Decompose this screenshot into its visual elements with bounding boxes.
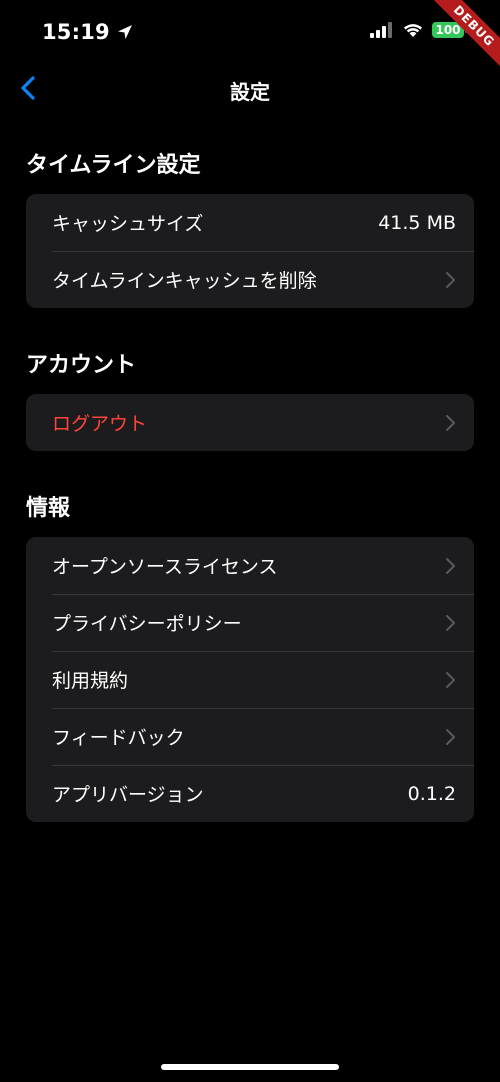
- open-source-licenses-label: オープンソースライセンス: [52, 556, 278, 578]
- clock-text: 15:19: [42, 20, 110, 44]
- chevron-right-icon: [446, 614, 455, 631]
- home-indicator[interactable]: [161, 1064, 339, 1070]
- clear-timeline-cache-label: タイムラインキャッシュを削除: [52, 270, 317, 292]
- status-time: 15:19: [42, 20, 134, 44]
- clear-timeline-cache-row[interactable]: タイムラインキャッシュを削除: [26, 251, 474, 308]
- navigation-bar: 設定: [0, 66, 500, 112]
- cache-size-value: 41.5 MB: [378, 211, 456, 234]
- privacy-policy-label: プライバシーポリシー: [52, 613, 242, 635]
- terms-of-use-label: 利用規約: [52, 670, 129, 692]
- timeline-settings-group: キャッシュサイズ 41.5 MB タイムラインキャッシュを削除: [26, 194, 474, 308]
- logout-row[interactable]: ログアウト: [26, 394, 474, 451]
- chevron-right-icon: [446, 414, 455, 431]
- cache-size-row: キャッシュサイズ 41.5 MB: [26, 194, 474, 251]
- chevron-right-icon: [446, 271, 455, 288]
- section-title-timeline: タイムライン設定: [26, 153, 201, 178]
- debug-ribbon-label: DEBUG: [424, 0, 500, 76]
- app-version-row: アプリバージョン 0.1.2: [26, 765, 474, 822]
- account-group: ログアウト: [26, 394, 474, 451]
- section-title-info: 情報: [26, 496, 71, 521]
- settings-content: タイムライン設定 キャッシュサイズ 41.5 MB タイムラインキャッシュを削除…: [26, 150, 474, 864]
- feedback-label: フィードバック: [52, 727, 185, 749]
- chevron-right-icon: [446, 728, 455, 745]
- chevron-right-icon: [446, 671, 455, 688]
- page-title: 設定: [230, 80, 270, 104]
- terms-of-use-row[interactable]: 利用規約: [26, 651, 474, 708]
- app-version-label: アプリバージョン: [52, 784, 204, 806]
- logout-label: ログアウト: [52, 413, 148, 435]
- privacy-policy-row[interactable]: プライバシーポリシー: [26, 594, 474, 651]
- chevron-right-icon: [446, 557, 455, 574]
- location-arrow-icon: [117, 25, 132, 39]
- cellular-signal-icon: [370, 22, 392, 38]
- cache-size-label: キャッシュサイズ: [52, 213, 204, 235]
- feedback-row[interactable]: フィードバック: [26, 708, 474, 765]
- section-title-account: アカウント: [26, 353, 137, 378]
- info-group: オープンソースライセンス プライバシーポリシー 利用規約 フィードバック アプリ…: [26, 537, 474, 822]
- app-version-value: 0.1.2: [407, 782, 456, 805]
- open-source-licenses-row[interactable]: オープンソースライセンス: [26, 537, 474, 594]
